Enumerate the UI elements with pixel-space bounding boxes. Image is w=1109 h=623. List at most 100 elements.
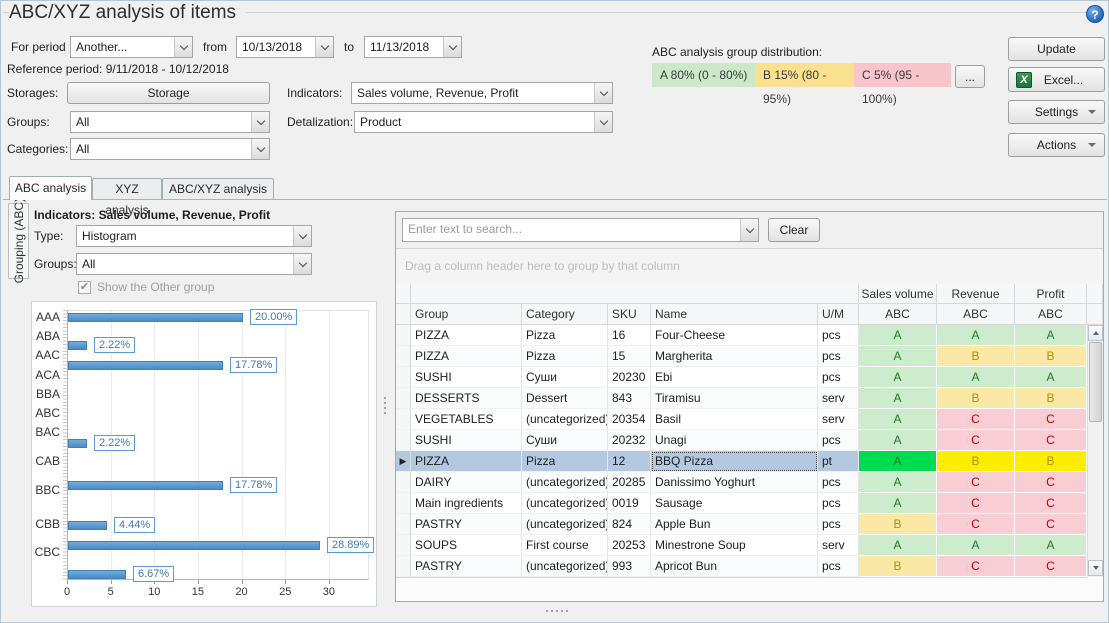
chevron-down-icon[interactable]	[251, 139, 269, 159]
chevron-down-icon[interactable]	[174, 37, 192, 57]
table-row[interactable]: DAIRY(uncategorized)20285Danissimo Yoghu…	[396, 472, 1103, 493]
y-axis-category-label: CBC	[32, 545, 60, 559]
dropdown-arrow-icon	[1088, 143, 1096, 147]
cell-category: (uncategorized)	[522, 514, 608, 535]
cell-name: Basil	[651, 409, 818, 430]
table-row[interactable]: PASTRY(uncategorized)824Apple BunpcsBCC	[396, 514, 1103, 535]
cell-category: Суши	[522, 367, 608, 388]
horizontal-splitter[interactable]	[546, 610, 568, 612]
x-axis-tick	[285, 580, 286, 584]
cell-name: BBQ Pizza	[651, 451, 818, 472]
storage-button[interactable]: Storage	[67, 82, 270, 104]
table-row[interactable]: DESSERTSDessert843TiramisuservABB	[396, 388, 1103, 409]
cell-group: SUSHI	[411, 430, 522, 451]
x-axis-tick-label: 10	[139, 586, 169, 598]
reference-period-text: Reference period: 9/11/2018 - 10/12/2018	[7, 58, 229, 80]
cell-sku: 20285	[608, 472, 651, 493]
cell-sales-abc: A	[859, 388, 937, 409]
show-other-group-checkbox[interactable]: ✔	[78, 281, 91, 294]
actions-button[interactable]: Actions	[1008, 133, 1105, 157]
band-filler-cell	[1087, 284, 1103, 304]
table-row[interactable]: SUSHIСуши20232UnagipcsACC	[396, 430, 1103, 451]
vertical-splitter[interactable]	[384, 397, 386, 414]
scroll-up-button[interactable]	[1088, 325, 1103, 341]
clear-search-button[interactable]: Clear	[768, 218, 820, 242]
group-by-area[interactable]: Drag a column header here to group by th…	[396, 249, 1103, 284]
column-header-abc: ABC	[937, 304, 1015, 325]
chart-type-select[interactable]: Histogram	[76, 225, 312, 247]
x-axis-tick-label: 20	[227, 586, 257, 598]
cell-revenue-abc: C	[937, 409, 1015, 430]
settings-button[interactable]: Settings	[1008, 100, 1105, 124]
vertical-scrollbar[interactable]	[1087, 325, 1103, 577]
chevron-down-icon[interactable]	[740, 219, 758, 241]
bar-value-label: 28.89%	[327, 537, 374, 553]
table-row[interactable]: SOUPSFirst course20253Minestrone Soupser…	[396, 535, 1103, 556]
cell-sku: 993	[608, 556, 651, 577]
header-indicator-cell	[396, 304, 411, 325]
cell-um: pcs	[818, 325, 859, 346]
cell-sku: 824	[608, 514, 651, 535]
y-axis-category-label: BBC	[32, 483, 60, 497]
cell-revenue-abc: B	[937, 346, 1015, 367]
table-row[interactable]: PASTRY(uncategorized)993Apricot BunpcsBC…	[396, 556, 1103, 577]
help-icon[interactable]: ?	[1086, 5, 1104, 23]
tab-abc-analysis[interactable]: ABC analysis	[9, 176, 92, 200]
cell-name: Minestrone Soup	[651, 535, 818, 556]
from-date-select[interactable]: 10/13/2018	[236, 36, 334, 58]
chevron-down-icon[interactable]	[594, 112, 612, 132]
band-header-profit: Profit	[1015, 284, 1087, 304]
bar-value-label: 6.67%	[133, 566, 174, 582]
cell-profit-abc: C	[1015, 409, 1087, 430]
chart-groups-select[interactable]: All	[76, 253, 312, 275]
to-date-select[interactable]: 11/13/2018	[364, 36, 462, 58]
chevron-down-icon[interactable]	[251, 112, 269, 132]
tab-abc-xyz-analysis[interactable]: ABC/XYZ analysis	[162, 178, 274, 199]
detalization-select[interactable]: Product	[354, 111, 613, 133]
abc-xyz-analysis-window: ABC/XYZ analysis of items ? For period A…	[0, 0, 1109, 623]
distribution-more-button[interactable]: ...	[955, 65, 985, 88]
cell-category: Dessert	[522, 388, 608, 409]
x-axis-tick-label: 30	[314, 586, 344, 598]
cell-revenue-abc: C	[937, 430, 1015, 451]
row-indicator-cell	[396, 409, 411, 430]
tab-xyz-analysis[interactable]: XYZ analysis	[92, 178, 162, 199]
chevron-down-icon[interactable]	[594, 83, 612, 103]
x-axis-tick-label: 15	[183, 586, 213, 598]
column-header-group: Group	[411, 304, 522, 325]
groups-select[interactable]: All	[70, 111, 270, 133]
period-select[interactable]: Another...	[70, 36, 193, 58]
excel-button[interactable]: X Excel...	[1008, 67, 1105, 92]
cell-sales-abc: B	[859, 514, 937, 535]
cell-um: pcs	[818, 472, 859, 493]
table-row[interactable]: PIZZAPizza15MargheritapcsABB	[396, 346, 1103, 367]
row-indicator-cell	[396, 430, 411, 451]
cell-um: pcs	[818, 514, 859, 535]
indicators-select[interactable]: Sales volume, Revenue, Profit	[351, 82, 613, 104]
table-row[interactable]: ▶PIZZAPizza12BBQ PizzaptABB	[396, 451, 1103, 472]
cell-group: PASTRY	[411, 514, 522, 535]
chevron-down-icon[interactable]	[293, 254, 311, 274]
categories-select[interactable]: All	[70, 138, 270, 160]
chevron-down-icon[interactable]	[293, 226, 311, 246]
scrollbar-thumb[interactable]	[1089, 342, 1102, 422]
grouping-abc-side-tab[interactable]: Grouping (ABC)	[8, 203, 29, 279]
cell-sku: 15	[608, 346, 651, 367]
table-row[interactable]: PIZZAPizza16Four-CheesepcsAAA	[396, 325, 1103, 346]
x-axis-tick	[67, 580, 68, 584]
show-other-group-label: Show the Other group	[97, 280, 214, 294]
y-axis-minor-ticks	[63, 310, 67, 580]
cell-profit-abc: A	[1015, 367, 1087, 388]
cell-profit-abc: C	[1015, 472, 1087, 493]
cell-profit-abc: B	[1015, 451, 1087, 472]
distribution-segment-b: B 15% (80 - 95%)	[755, 63, 854, 87]
chevron-down-icon[interactable]	[443, 37, 461, 57]
x-axis-tick-label: 0	[52, 586, 82, 598]
search-input[interactable]: Enter text to search...	[402, 218, 759, 242]
chevron-down-icon[interactable]	[315, 37, 333, 57]
table-row[interactable]: Main ingredients(uncategorized)0019Sausa…	[396, 493, 1103, 514]
table-row[interactable]: VEGETABLES(uncategorized)20354BasilservA…	[396, 409, 1103, 430]
scroll-down-button[interactable]	[1088, 560, 1103, 576]
table-row[interactable]: SUSHIСуши20230EbipcsAAA	[396, 367, 1103, 388]
update-button[interactable]: Update	[1008, 37, 1105, 61]
